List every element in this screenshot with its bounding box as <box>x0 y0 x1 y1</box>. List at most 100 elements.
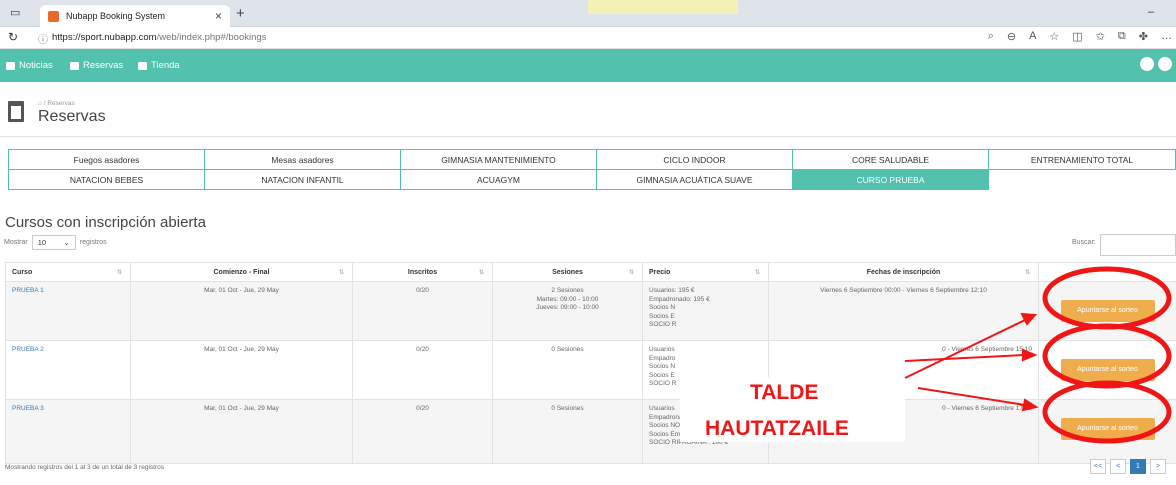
extension-icon[interactable]: ✤ <box>1139 30 1148 43</box>
first-page-button[interactable]: << <box>1090 459 1106 474</box>
show-label: Mostrar <box>4 239 28 246</box>
table-info: Mostrando registros del 1 al 3 de un tot… <box>5 464 164 471</box>
url-host: https://sport.nubapp.com <box>52 32 157 43</box>
cursor-highlight <box>588 0 738 14</box>
sessions-line: Martes: 09:00 - 10:00 <box>536 295 599 303</box>
favorite-icon[interactable]: ☆ <box>1049 30 1059 43</box>
column-label: Inscritos <box>407 268 438 276</box>
category-tab[interactable]: Fuegos asadores <box>8 149 205 170</box>
browser-tab-bar: ▭ Nubapp Booking System × + – <box>0 0 1176 27</box>
chevron-down-icon: ⌄ <box>63 238 70 247</box>
column-header[interactable]: Comienzo - Final ⇅ <box>130 262 353 282</box>
next-page-button[interactable]: > <box>1150 459 1166 474</box>
price-line: SOCIO R <box>649 321 677 329</box>
tab-close-icon[interactable]: × <box>215 9 222 23</box>
minimize-icon[interactable]: – <box>1148 6 1154 18</box>
nav-label: Reservas <box>83 60 124 71</box>
sort-icon: ⇅ <box>1024 270 1030 276</box>
category-tab[interactable]: CICLO INDOOR <box>596 149 793 170</box>
price-line: Empadronado: 195 € <box>649 295 710 303</box>
app-nav: Noticias Reservas Tienda <box>0 49 1176 82</box>
page-length-control: Mostrar 10 ⌄ registros <box>4 235 107 250</box>
search-icon[interactable]: ⌕ <box>988 30 994 43</box>
category-tab[interactable]: ACUAGYM <box>400 169 597 190</box>
nav-item-noticias[interactable]: Noticias <box>6 60 53 71</box>
column-header[interactable]: Sesiones ⇅ <box>492 262 643 282</box>
read-aloud-icon[interactable]: A <box>1029 30 1036 43</box>
category-tab[interactable]: CORE SALUDABLE <box>792 149 989 170</box>
price-line: Usuarios: 195 € <box>649 287 695 294</box>
column-header[interactable]: Inscritos ⇅ <box>352 262 493 282</box>
course-sessions: 0 Sesiones <box>492 399 643 464</box>
sessions-line: 0 Sesiones <box>551 405 584 412</box>
divider <box>0 136 1176 137</box>
price-line: Socios E <box>649 312 675 320</box>
course-link[interactable]: PRUEBA 2 <box>12 346 44 353</box>
zoom-icon[interactable]: ⊖ <box>1007 30 1016 43</box>
category-tab[interactable]: GIMNASIA ACUÁTICA SUAVE <box>596 169 793 190</box>
more-icon[interactable]: … <box>1161 30 1172 43</box>
nav-right-icons <box>1140 57 1172 71</box>
sort-icon: ⇅ <box>478 270 484 276</box>
category-tab-active[interactable]: CURSO PRUEBA <box>792 169 989 190</box>
course-dates: Mar, 01 Oct - Jue, 29 May <box>130 399 353 464</box>
course-prices: Usuarios: 195 € Empadronado: 195 € Socio… <box>642 281 769 341</box>
category-tab[interactable]: ENTRENAMIENTO TOTAL <box>988 149 1176 170</box>
annotation-line-2: HAUTATZAILE <box>705 417 849 440</box>
reload-icon[interactable]: ↻ <box>8 30 18 44</box>
table-header: Curso ⇅ Comienzo - Final ⇅ Inscritos ⇅ Sesi… <box>5 262 1176 282</box>
sessions-line: Jueves: 09:00 - 10:00 <box>536 304 599 312</box>
price-line: Socios N <box>649 304 676 312</box>
course-link[interactable]: PRUEBA 3 <box>12 405 44 412</box>
sort-icon: ⇅ <box>116 270 122 276</box>
raffle-signup-button[interactable]: Apuntarse al sorteo <box>1060 418 1155 440</box>
column-header[interactable]: Curso ⇅ <box>5 262 131 282</box>
raffle-signup-button[interactable]: Apuntarse al sorteo <box>1060 300 1155 322</box>
breadcrumb-label: Reservas <box>47 100 75 107</box>
course-dates: Mar, 01 Oct - Jue, 29 May <box>130 340 353 400</box>
page-button[interactable]: 1 <box>1130 459 1146 474</box>
course-sessions: 2 Sesiones Martes: 09:00 - 10:00 Jueves:… <box>492 281 643 341</box>
column-header[interactable]: Precio ⇅ <box>642 262 769 282</box>
search-input[interactable] <box>1100 234 1176 256</box>
table-row: PRUEBA 3 Mar, 01 Oct - Jue, 29 May 0/20 … <box>5 399 1176 464</box>
tab-actions-icon[interactable]: ▭ <box>10 6 20 19</box>
address-bar: ↻ ⓘ https://sport.nubapp.com/web/index.p… <box>0 27 1176 49</box>
sort-icon: ⇅ <box>628 270 634 276</box>
browser-tab[interactable]: Nubapp Booking System × <box>40 5 230 27</box>
category-tab[interactable]: Mesas asadores <box>204 149 401 170</box>
site-info-icon[interactable]: ⓘ <box>38 31 48 46</box>
column-label: Fechas de inscripción <box>866 268 941 276</box>
annotation-line-1: TALDE <box>750 381 819 404</box>
nav-item-reservas[interactable]: Reservas <box>70 60 123 71</box>
page-title: Reservas <box>38 108 106 125</box>
category-tab[interactable]: NATACION INFANTIL <box>204 169 401 190</box>
user-icon[interactable] <box>1158 57 1172 71</box>
collections-icon[interactable]: ⧉ <box>1118 30 1126 43</box>
menu-icon[interactable] <box>1140 57 1154 71</box>
page-size-select[interactable]: 10 ⌄ <box>31 235 76 250</box>
calendar-icon <box>8 101 24 122</box>
column-label: Precio <box>649 268 671 276</box>
url-path: /web/index.php#/bookings <box>156 32 267 43</box>
price-line: Empadro <box>649 354 676 362</box>
column-header[interactable]: Fechas de inscripción ⇅ <box>768 262 1039 282</box>
course-sessions: 0 Sesiones <box>492 340 643 400</box>
news-icon <box>6 61 15 70</box>
column-label: Curso <box>12 268 33 276</box>
raffle-signup-button[interactable]: Apuntarse al sorteo <box>1060 359 1155 381</box>
prev-page-button[interactable]: < <box>1110 459 1126 474</box>
nav-label: Tienda <box>151 60 180 71</box>
new-tab-icon[interactable]: + <box>236 5 245 22</box>
url-field[interactable]: https://sport.nubapp.com/web/index.php#/… <box>52 32 266 43</box>
nav-item-tienda[interactable]: Tienda <box>138 60 180 71</box>
favorites-icon[interactable]: ✩ <box>1096 30 1105 43</box>
course-dates: Mar, 01 Oct - Jue, 29 May <box>130 281 353 341</box>
category-tab[interactable]: GIMNASIA MANTENIMIENTO <box>400 149 597 170</box>
sort-icon: ⇅ <box>754 270 760 276</box>
split-screen-icon[interactable]: ◫ <box>1072 30 1082 43</box>
page-size-value: 10 <box>37 238 47 247</box>
course-link[interactable]: PRUEBA 1 <box>12 287 44 294</box>
column-label: Sesiones <box>552 268 583 276</box>
category-tab[interactable]: NATACION BEBES <box>8 169 205 190</box>
